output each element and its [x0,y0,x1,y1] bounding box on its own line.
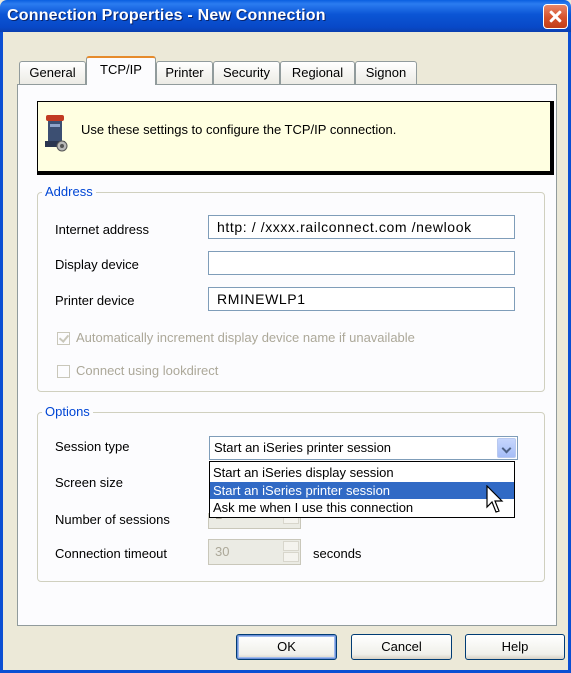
ok-button[interactable]: OK [236,634,337,660]
printer-device-field[interactable]: RMINEWLP1 [208,287,515,311]
dropdown-option-display[interactable]: Start an iSeries display session [210,464,514,481]
connection-timeout-label: Connection timeout [55,546,168,561]
auto-increment-label: Automatically increment display device n… [76,330,415,345]
tab-label: Printer [165,65,204,80]
connection-icon [45,115,68,152]
session-type-select[interactable]: Start an iSeries printer session [209,436,518,460]
spin-up-icon[interactable] [283,541,299,551]
tab-general[interactable]: General [19,61,86,84]
display-device-field[interactable] [208,251,515,275]
session-type-dropdown: Start an iSeries display session Start a… [209,461,515,518]
connection-timeout-field[interactable]: 30 [208,539,301,565]
internet-address-label: Internet address [55,222,149,237]
close-button[interactable] [543,4,568,29]
timeout-unit-label: seconds [313,546,362,561]
display-device-label: Display device [55,257,139,272]
tab-label: General [29,65,76,80]
number-of-sessions-label: Number of sessions [55,512,170,527]
tab-label: Regional [291,65,344,80]
connection-timeout-value: 30 [215,544,230,559]
lookdirect-checkbox[interactable] [57,365,70,378]
mouse-cursor-icon [486,485,504,513]
tab-regional[interactable]: Regional [280,61,355,84]
options-legend: Options [42,404,93,419]
session-type-label: Session type [55,439,130,454]
tab-signon[interactable]: Signon [355,61,417,84]
dropdown-option-ask[interactable]: Ask me when I use this connection [210,499,514,516]
internet-address-field[interactable]: http: / /xxxx.railconnect.com /newlook [208,215,515,239]
tab-printer[interactable]: Printer [156,61,213,84]
lookdirect-label: Connect using lookdirect [76,363,219,378]
help-button[interactable]: Help [465,634,565,660]
tab-label: Signon [365,65,407,80]
title-bar: Connection Properties - New Connection [0,0,571,32]
spin-down-icon[interactable] [283,552,299,562]
info-banner [37,101,554,175]
printer-device-label: Printer device [55,293,135,308]
tab-label: TCP/IP [100,62,142,77]
window-title: Connection Properties - New Connection [7,7,326,24]
dropdown-option-printer[interactable]: Start an iSeries printer session [210,482,514,499]
tab-security[interactable]: Security [213,61,280,84]
info-text: Use these settings to configure the TCP/… [81,122,397,137]
chevron-down-icon[interactable] [497,438,516,458]
tab-label: Security [223,65,270,80]
cancel-button[interactable]: Cancel [351,634,452,660]
address-legend: Address [42,184,96,199]
session-type-value: Start an iSeries printer session [214,440,392,455]
auto-increment-checkbox[interactable] [57,332,70,345]
tab-tcpip[interactable]: TCP/IP [86,56,156,85]
screen-size-label: Screen size [55,475,123,490]
